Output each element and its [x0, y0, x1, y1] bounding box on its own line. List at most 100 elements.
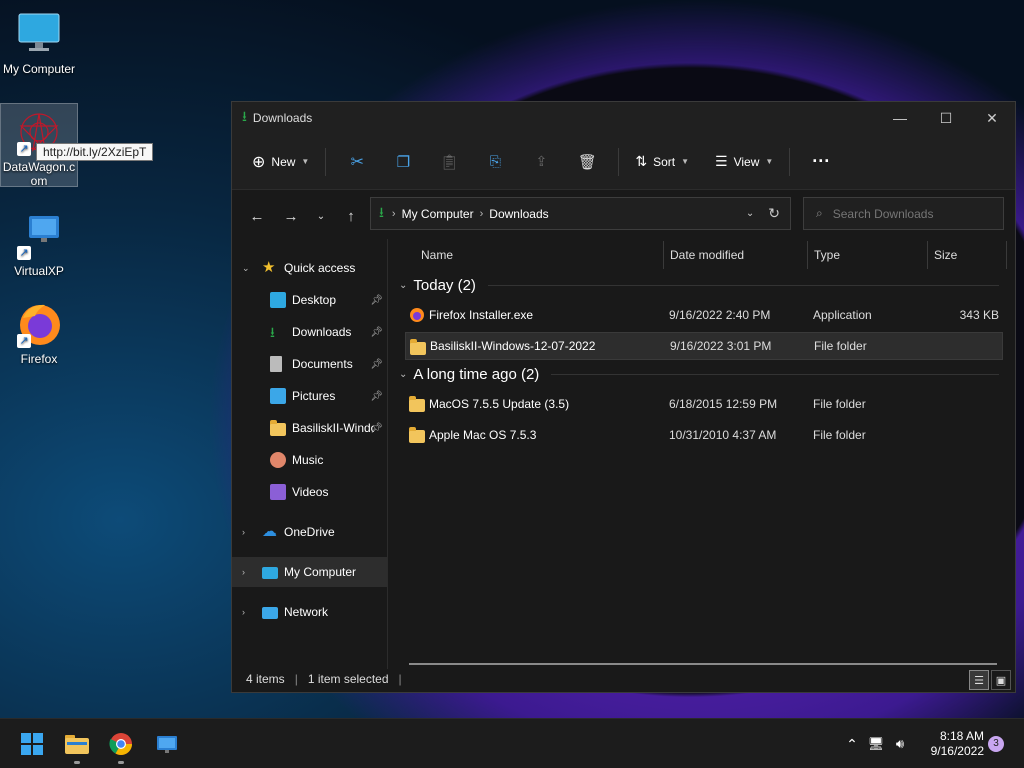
file-type: File folder: [813, 397, 866, 411]
recent-locations-button[interactable]: ⌄: [306, 201, 336, 231]
item-count: 4 items: [246, 672, 285, 686]
taskbar-chrome[interactable]: [105, 728, 137, 764]
sidebar-item-label: Pictures: [292, 389, 336, 403]
taskbar-virtualxp[interactable]: [150, 728, 182, 760]
search-input[interactable]: [832, 206, 983, 221]
file-row[interactable]: MacOS 7.5.5 Update (3.5) 6/18/2015 12:59…: [405, 390, 1003, 418]
sidebar-quick-access[interactable]: ⌄ ★ Quick access: [232, 253, 387, 283]
title-bar[interactable]: ⭳ Downloads — ☐ ✕: [232, 102, 1015, 134]
view-button[interactable]: ☰ View ▼: [707, 146, 781, 178]
desktop-icon-label: Firefox: [20, 352, 58, 366]
breadcrumb-downloads[interactable]: Downloads: [489, 207, 548, 221]
column-header-type[interactable]: Type: [807, 239, 927, 271]
rename-button[interactable]: ⎘: [479, 146, 511, 178]
sidebar-item-downloads[interactable]: ⭳ Downloads 📌︎: [232, 317, 387, 347]
desktop-icon-firefox[interactable]: ↗ Firefox: [0, 300, 78, 366]
chevron-down-icon: ▼: [765, 157, 774, 166]
document-icon: [270, 356, 282, 372]
sidebar-item-music[interactable]: Music: [232, 445, 387, 475]
file-row[interactable]: Apple Mac OS 7.5.3 10/31/2010 4:37 AM Fi…: [405, 421, 1003, 449]
paste-button[interactable]: 📋︎: [433, 146, 465, 178]
virtualxp-icon: [157, 736, 177, 753]
sidebar-item-videos[interactable]: Videos: [232, 477, 387, 507]
notification-badge[interactable]: 3: [988, 736, 1004, 752]
folder-icon: [270, 420, 286, 436]
sort-icon: ⇅: [635, 153, 648, 169]
sidebar-item-documents[interactable]: Documents 📌︎: [232, 349, 387, 379]
up-button[interactable]: ↑: [336, 201, 366, 231]
column-divider[interactable]: [1006, 241, 1007, 269]
sidebar-item-basiliskii[interactable]: BasiliskII-Windows 📌︎: [232, 413, 387, 443]
clock[interactable]: 8:18 AM 9/16/2022: [924, 729, 984, 759]
sidebar-item-desktop[interactable]: Desktop 📌︎: [232, 285, 387, 315]
column-header-name[interactable]: Name: [414, 239, 661, 271]
taskbar: ⌃ 🖥︎ 🔊︎ 8:18 AM 9/16/2022 3: [0, 718, 1024, 768]
ellipsis-icon: ···: [812, 151, 831, 171]
file-name: BasiliskII-Windows-12-07-2022: [430, 339, 596, 353]
folder-icon: [409, 427, 425, 443]
new-button[interactable]: ⊕ New ▼: [244, 146, 317, 178]
command-bar: ⊕ New ▼ ✂ ❐ 📋︎ ⎘ ⇪ 🗑︎ ⇅ Sort ▼ ☰ View ▼ …: [232, 134, 1015, 190]
chevron-up-icon[interactable]: ⌃: [840, 736, 864, 753]
copy-button[interactable]: ❐: [387, 146, 419, 178]
arrow-up-icon: ↑: [347, 207, 355, 225]
breadcrumb-separator-icon: ›: [479, 207, 484, 220]
group-divider: [551, 374, 999, 375]
column-header-size[interactable]: Size: [927, 239, 1005, 271]
back-button[interactable]: ←: [242, 201, 272, 231]
share-icon: ⇪: [535, 153, 548, 169]
rename-icon: ⎘: [489, 153, 501, 169]
maximize-button[interactable]: ☐: [923, 102, 969, 134]
desktop-icon-my-computer[interactable]: My Computer: [0, 10, 78, 76]
details-view-icon: ☰: [974, 674, 984, 687]
sidebar-item-label: Downloads: [292, 325, 352, 339]
refresh-icon[interactable]: ↻: [768, 205, 780, 222]
delete-button[interactable]: 🗑︎: [571, 146, 603, 178]
volume-icon[interactable]: 🔊︎: [888, 736, 912, 752]
selection-count: 1 item selected: [307, 672, 389, 686]
status-divider: |: [398, 672, 402, 686]
search-box[interactable]: ⌕: [803, 197, 1004, 230]
sort-button[interactable]: ⇅ Sort ▼: [627, 146, 697, 178]
desktop-icon-virtualxp[interactable]: ↗ VirtualXP: [0, 212, 78, 278]
view-list-icon: ☰: [715, 153, 728, 169]
group-header-long-time-ago[interactable]: ⌄ A long time ago (2): [399, 366, 999, 383]
horizontal-scrollbar[interactable]: [409, 663, 997, 665]
sidebar-network[interactable]: › Network: [232, 597, 387, 627]
pin-icon: 📌︎: [370, 422, 383, 434]
network-icon[interactable]: 🖥︎: [864, 736, 888, 752]
chevron-right-icon: ›: [242, 527, 245, 537]
sort-label: Sort: [653, 154, 676, 169]
sidebar-onedrive[interactable]: › ☁ OneDrive: [232, 517, 387, 547]
file-size: 343 KB: [959, 308, 999, 322]
details-view-button[interactable]: ☰: [969, 670, 989, 690]
column-header-date[interactable]: Date modified: [663, 239, 806, 271]
running-indicator: [74, 761, 80, 764]
cut-button[interactable]: ✂: [341, 146, 373, 178]
forward-button[interactable]: →: [276, 201, 306, 231]
file-row[interactable]: BasiliskII-Windows-12-07-2022 9/16/2022 …: [405, 332, 1003, 360]
folder-icon: [409, 396, 425, 412]
minimize-button[interactable]: —: [877, 102, 923, 134]
close-button[interactable]: ✕: [969, 102, 1015, 134]
breadcrumb-my-computer[interactable]: My Computer: [402, 207, 474, 221]
address-bar[interactable]: ⭳ › My Computer › Downloads ⌄ ↻: [370, 197, 791, 230]
tiles-view-button[interactable]: ▣: [991, 670, 1011, 690]
file-row[interactable]: Firefox Installer.exe 9/16/2022 2:40 PM …: [405, 301, 1003, 329]
taskbar-file-explorer[interactable]: [61, 728, 93, 764]
pin-icon: 📌︎: [370, 358, 383, 370]
arrow-right-icon: →: [283, 207, 299, 225]
sidebar-my-computer[interactable]: › My Computer: [232, 557, 387, 587]
address-dropdown-icon[interactable]: ⌄: [746, 208, 754, 219]
toolbar-divider: [618, 147, 620, 176]
status-bar: 4 items | 1 item selected | ☰ ▣: [232, 666, 1015, 692]
sidebar-item-label: Quick access: [284, 261, 356, 275]
sidebar-item-pictures[interactable]: Pictures 📌︎: [232, 381, 387, 411]
view-label: View: [733, 154, 760, 169]
start-button[interactable]: [16, 728, 48, 760]
chevron-down-icon: ⌄: [399, 369, 408, 380]
sidebar-item-label: Desktop: [292, 293, 337, 307]
more-options-button[interactable]: ···: [805, 146, 837, 178]
share-button[interactable]: ⇪: [525, 146, 557, 178]
group-header-today[interactable]: ⌄ Today (2): [399, 277, 999, 294]
